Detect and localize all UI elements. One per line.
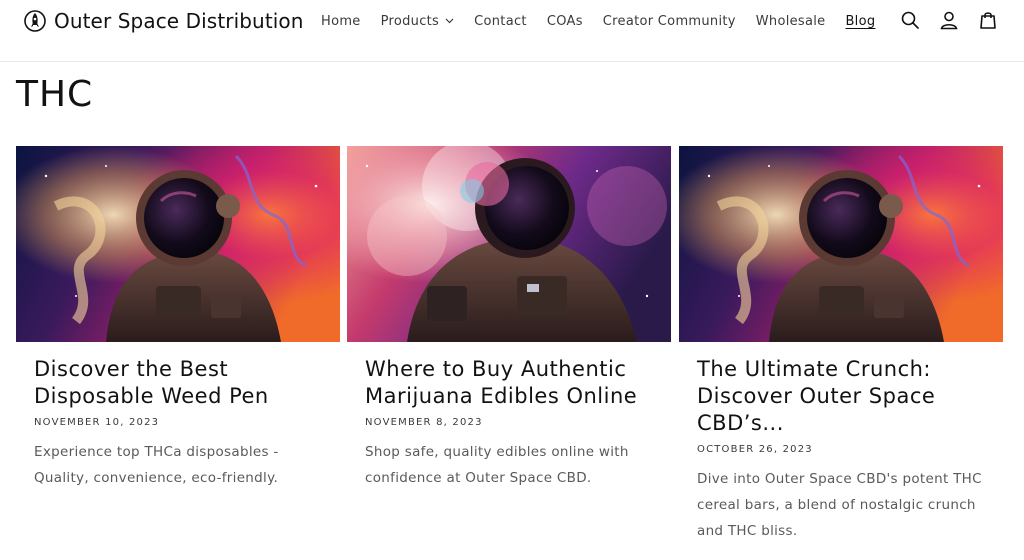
nav-item-contact[interactable]: Contact [464, 12, 537, 30]
search-icon[interactable] [900, 10, 920, 30]
brand-name: Outer Space Distribution [54, 9, 304, 33]
rocket-logo-icon [24, 10, 46, 32]
nav-item-label: Creator Community [602, 13, 736, 29]
article-image[interactable] [347, 146, 671, 342]
article-date: OCTOBER 26, 2023 [697, 444, 813, 455]
cart-icon[interactable] [978, 10, 998, 30]
article-title[interactable]: Where to Buy Authentic Marijuana Edibles… [365, 356, 653, 410]
article-card: The Ultimate Crunch: Discover Outer Spac… [679, 146, 1003, 544]
chevron-down-icon [445, 18, 454, 24]
page-title: THC [16, 74, 94, 115]
article-card: Discover the Best Disposable Weed Pen NO… [16, 146, 340, 491]
article-excerpt: Shop safe, quality edibles online with c… [365, 444, 629, 486]
article-excerpt: Dive into Outer Space CBD's potent THC c… [697, 471, 982, 539]
article-title[interactable]: Discover the Best Disposable Weed Pen [34, 356, 322, 410]
account-icon[interactable] [939, 10, 959, 30]
article-title[interactable]: The Ultimate Crunch: Discover Outer Spac… [697, 356, 985, 437]
nav-item-label: Blog [845, 13, 876, 29]
main-nav: Home Products Contact COAs Creator Commu… [311, 12, 885, 30]
nav-item-coas[interactable]: COAs [537, 12, 593, 30]
nav-item-label: Wholesale [755, 13, 826, 29]
brand-logo-link[interactable]: Outer Space Distribution [24, 8, 304, 34]
astronaut-image [16, 146, 340, 342]
astronaut-image [347, 146, 671, 342]
nav-item-label: Contact [474, 13, 527, 29]
article-image[interactable] [679, 146, 1003, 342]
header-actions [900, 10, 998, 30]
article-excerpt: Experience top THCa disposables - Qualit… [34, 444, 279, 486]
article-date: NOVEMBER 8, 2023 [365, 417, 483, 428]
nav-item-label: COAs [546, 13, 583, 29]
site-header: Outer Space Distribution Home Products C… [0, 0, 1024, 62]
article-date: NOVEMBER 10, 2023 [34, 417, 160, 428]
nav-item-label: Products [380, 13, 440, 29]
nav-item-home[interactable]: Home [311, 12, 371, 30]
nav-item-blog[interactable]: Blog [835, 12, 885, 30]
astronaut-image [679, 146, 1003, 342]
article-card: Where to Buy Authentic Marijuana Edibles… [347, 146, 671, 491]
nav-item-wholesale[interactable]: Wholesale [746, 12, 836, 30]
nav-item-label: Home [321, 13, 361, 29]
nav-item-products[interactable]: Products [371, 12, 465, 30]
article-image[interactable] [16, 146, 340, 342]
nav-item-creator-community[interactable]: Creator Community [593, 12, 746, 30]
